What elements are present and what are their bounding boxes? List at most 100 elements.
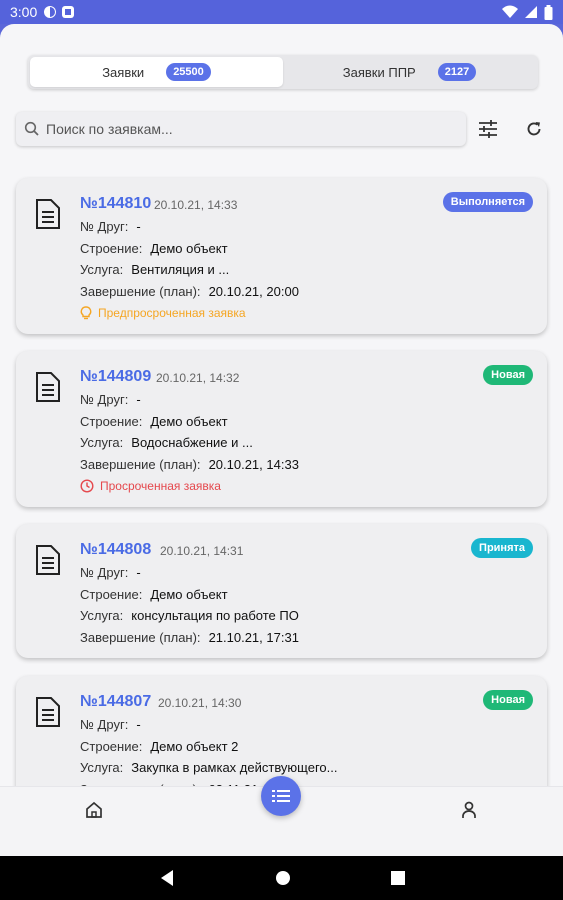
tab-requests-count: 25500 <box>166 63 211 81</box>
nav-profile-button[interactable] <box>459 800 479 825</box>
document-icon <box>36 697 60 727</box>
document-icon <box>36 372 60 402</box>
request-number[interactable]: №144807 <box>80 693 151 711</box>
filter-sliders-icon <box>479 120 497 138</box>
tab-ppr-count: 2127 <box>437 63 477 81</box>
warning-text: Предпросроченная заявка <box>98 306 246 320</box>
nav-home-button[interactable] <box>84 800 104 825</box>
battery-icon <box>544 4 553 20</box>
service-row: Услуга: Закупка в рамках действующего... <box>80 760 338 775</box>
search-icon <box>24 121 39 136</box>
status-bar: 3:00 <box>0 0 563 24</box>
status-time: 3:00 <box>10 4 38 20</box>
building-value: Демо объект 2 <box>150 739 239 754</box>
completion-value: 21.10.21, 17:31 <box>208 630 299 645</box>
friend-label: № Друг: <box>80 219 129 234</box>
friend-label: № Друг: <box>80 717 129 732</box>
list-icon <box>272 790 290 802</box>
status-badge: Выполняется <box>442 192 533 212</box>
service-value: Вентиляция и ... <box>131 262 230 277</box>
building-value: Демо объект <box>150 587 228 602</box>
nav-list-button[interactable] <box>261 776 301 816</box>
request-number[interactable]: №144809 <box>80 368 151 386</box>
building-label: Строение: <box>80 241 143 256</box>
status-badge: Новая <box>483 690 533 710</box>
warning-text: Просроченная заявка <box>100 479 221 493</box>
document-icon <box>36 545 60 575</box>
friend-label: № Друг: <box>80 565 129 580</box>
request-date: 20.10.21, 14:32 <box>156 371 240 385</box>
app-screen: Заявки 25500 Заявки ППР 2127 №144810 <box>0 24 563 856</box>
service-label: Услуга: <box>80 262 124 277</box>
request-tabs: Заявки 25500 Заявки ППР 2127 <box>28 55 538 89</box>
request-card[interactable]: №144809 20.10.21, 14:32 Новая № Друг: - С… <box>16 351 547 507</box>
document-icon <box>36 199 60 229</box>
friend-value: - <box>136 565 141 580</box>
tab-ppr-label: Заявки ППР <box>342 64 416 80</box>
notification-icons <box>43 5 75 19</box>
refresh-button[interactable] <box>522 117 546 141</box>
request-date: 20.10.21, 14:30 <box>158 696 242 710</box>
service-label: Услуга: <box>80 608 124 623</box>
recents-icon[interactable] <box>390 871 405 885</box>
completion-label: Завершение (план): <box>80 457 201 472</box>
clock-icon <box>80 479 94 493</box>
status-badge: Принята <box>471 538 533 558</box>
home-icon <box>86 801 102 818</box>
app-notification-icon-2 <box>62 6 75 18</box>
completion-label: Завершение (план): <box>80 630 201 645</box>
friend-row: № Друг: - <box>80 565 141 580</box>
service-value: консультация по работе ПО <box>131 608 299 623</box>
tab-ppr-requests[interactable]: Заявки ППР 2127 <box>283 57 536 87</box>
service-row: Услуга: Водоснабжение и ... <box>80 435 253 450</box>
home-circle-icon[interactable] <box>275 870 291 886</box>
friend-value: - <box>136 219 141 234</box>
friend-label: № Друг: <box>80 392 129 407</box>
building-row: Строение: Демо объект 2 <box>80 739 238 754</box>
friend-row: № Друг: - <box>80 219 141 234</box>
request-card[interactable]: №144810 20.10.21, 14:33 Выполняется № Др… <box>16 178 547 334</box>
warning-row: Просроченная заявка <box>80 479 221 493</box>
friend-row: № Друг: - <box>80 717 141 732</box>
building-value: Демо объект <box>150 414 228 429</box>
search-box <box>16 112 466 146</box>
completion-value: 20.10.21, 20:00 <box>208 284 299 299</box>
building-label: Строение: <box>80 739 143 754</box>
friend-value: - <box>136 392 141 407</box>
building-row: Строение: Демо объект <box>80 414 228 429</box>
request-number[interactable]: №144810 <box>80 195 151 213</box>
request-date: 20.10.21, 14:33 <box>154 198 238 212</box>
tab-requests-label: Заявки <box>102 64 145 80</box>
service-value: Водоснабжение и ... <box>131 435 253 450</box>
friend-row: № Друг: - <box>80 392 141 407</box>
completion-row: Завершение (план): 21.10.21, 17:31 <box>80 630 299 645</box>
request-date: 20.10.21, 14:31 <box>160 544 244 558</box>
completion-row: Завершение (план): 20.10.21, 20:00 <box>80 284 299 299</box>
tab-requests[interactable]: Заявки 25500 <box>30 57 283 87</box>
app-notification-icon <box>44 6 57 18</box>
search-input[interactable] <box>46 121 446 137</box>
lightbulb-icon <box>80 306 92 320</box>
completion-value: 20.10.21, 14:33 <box>208 457 299 472</box>
refresh-icon <box>527 122 541 136</box>
service-row: Услуга: Вентиляция и ... <box>80 262 229 277</box>
completion-row: Завершение (план): 20.10.21, 14:33 <box>80 457 299 472</box>
building-row: Строение: Демо объект <box>80 241 228 256</box>
filter-button[interactable] <box>476 117 500 141</box>
building-row: Строение: Демо объект <box>80 587 228 602</box>
system-indicators <box>502 4 553 20</box>
warning-row: Предпросроченная заявка <box>80 306 246 320</box>
system-navigation-bar <box>0 856 563 900</box>
service-label: Услуга: <box>80 435 124 450</box>
back-icon[interactable] <box>159 869 175 887</box>
request-card[interactable]: №144808 20.10.21, 14:31 Принята № Друг: -… <box>16 524 547 658</box>
building-label: Строение: <box>80 414 143 429</box>
completion-label: Завершение (план): <box>80 284 201 299</box>
status-badge: Новая <box>483 365 533 385</box>
request-number[interactable]: №144808 <box>80 541 151 559</box>
profile-icon <box>462 801 476 818</box>
service-row: Услуга: консультация по работе ПО <box>80 608 299 623</box>
building-label: Строение: <box>80 587 143 602</box>
building-value: Демо объект <box>150 241 228 256</box>
friend-value: - <box>136 717 141 732</box>
